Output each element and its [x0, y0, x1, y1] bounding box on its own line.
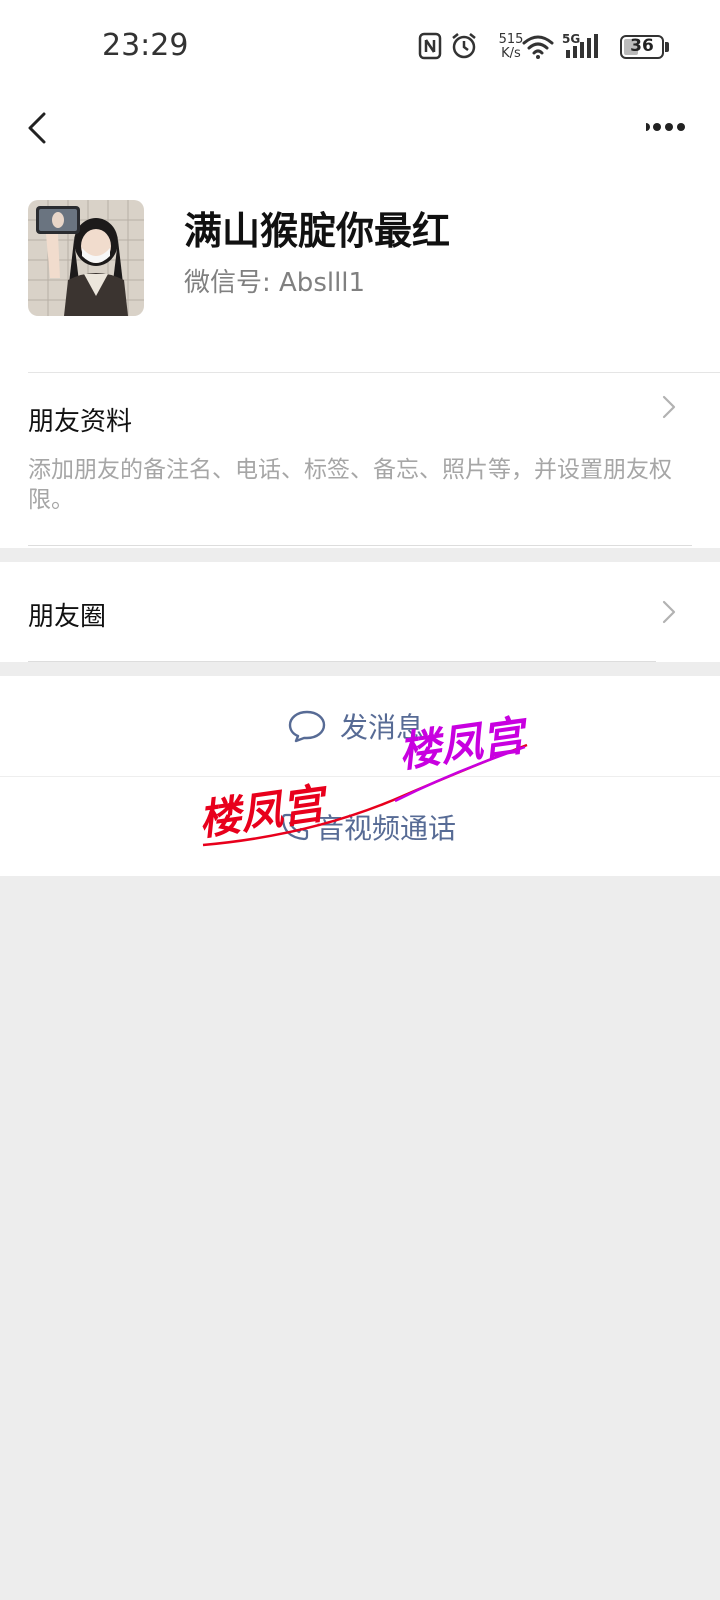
network-speed-value: 515 — [498, 32, 524, 47]
chat-bubble-icon — [288, 710, 326, 743]
video-call-button[interactable]: 音视频通话 — [0, 777, 720, 876]
display-name: 满山猴腚你最红 — [184, 209, 451, 253]
status-time: 23:29 — [102, 28, 189, 63]
wifi-icon — [522, 34, 554, 64]
more-options-button[interactable] — [642, 112, 696, 142]
divider — [28, 661, 656, 662]
wechat-id: 微信号: Abslll1 — [184, 268, 366, 298]
moments-row[interactable]: 朋友圈 — [0, 562, 720, 662]
alarm-icon — [450, 32, 478, 64]
chevron-right-icon — [662, 600, 676, 624]
friend-info-description: 添加朋友的备注名、电话、标签、备忘、照片等，并设置朋友权限。 — [28, 457, 672, 513]
back-button[interactable] — [20, 104, 60, 152]
battery-icon: 36 — [620, 35, 664, 59]
chevron-right-icon — [662, 395, 676, 419]
nfc-icon — [418, 32, 442, 64]
send-message-button[interactable]: 发消息 — [0, 676, 720, 776]
divider — [28, 545, 692, 546]
phone-icon — [281, 813, 309, 841]
send-message-label: 发消息 — [340, 711, 425, 744]
battery-level: 36 — [630, 36, 654, 56]
status-bar: 23:29 515 K/s 5G 36 — [0, 0, 720, 90]
battery-cap — [665, 42, 669, 52]
chevron-left-icon — [28, 112, 46, 144]
network-speed: 515 K/s — [497, 33, 525, 61]
network-speed-unit: K/s — [501, 46, 521, 61]
moments-title: 朋友圈 — [28, 602, 107, 632]
video-call-label: 音视频通话 — [316, 812, 457, 845]
friend-info-title: 朋友资料 — [28, 407, 133, 437]
friend-info-row[interactable]: 朋友资料 添加朋友的备注名、电话、标签、备忘、照片等，并设置朋友权限。 — [0, 373, 720, 545]
avatar[interactable] — [28, 200, 144, 316]
more-dots-icon — [642, 123, 685, 131]
